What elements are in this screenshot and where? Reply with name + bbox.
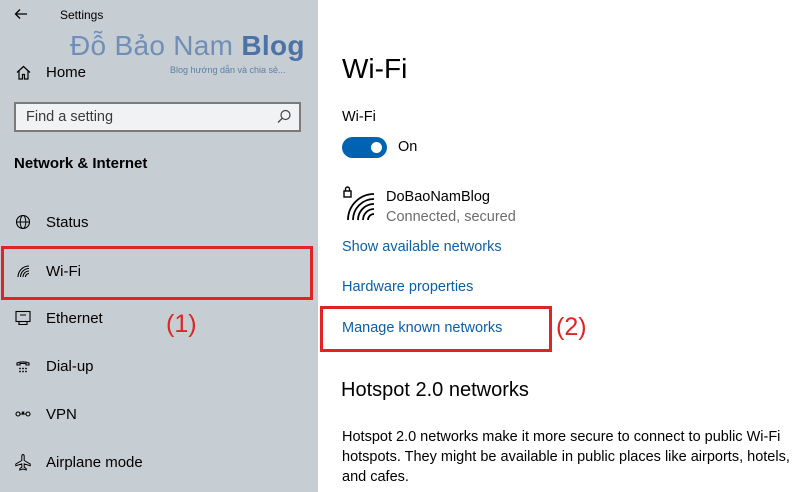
search-box[interactable]: [14, 102, 301, 132]
sidebar-item-label: VPN: [46, 405, 77, 423]
search-icon[interactable]: [275, 108, 293, 126]
back-arrow-icon: [14, 9, 27, 19]
toggle-knob: [371, 142, 382, 153]
hotspot-description: Hotspot 2.0 networks make it more secure…: [342, 429, 790, 485]
sidebar-item-ethernet[interactable]: Ethernet: [0, 302, 318, 334]
watermark-logo: Đỗ Bảo Nam Blog: [70, 30, 305, 61]
sidebar-item-vpn[interactable]: VPN: [0, 398, 318, 430]
show-available-networks-link[interactable]: Show available networks: [342, 239, 502, 255]
annotation-box-manage-known-networks: [320, 306, 552, 352]
sidebar-item-label: Dial-up: [46, 357, 94, 375]
back-button[interactable]: [10, 6, 32, 24]
sidebar-item-label: Home: [46, 63, 87, 81]
title-bar: Settings: [0, 0, 318, 30]
search-input[interactable]: [16, 104, 266, 130]
sidebar-item-label: Status: [46, 213, 89, 231]
sidebar-item-label: Airplane mode: [46, 453, 143, 471]
vpn-icon: [14, 405, 32, 423]
page-title: Wi-Fi: [342, 53, 408, 84]
section-title: Network & Internet: [14, 155, 148, 172]
network-name: DoBaoNamBlog: [386, 189, 490, 205]
sidebar-item-status[interactable]: Status: [0, 206, 318, 238]
sidebar-item-home[interactable]: Home: [14, 60, 86, 84]
network-status: Connected, secured: [386, 209, 516, 225]
watermark-subtitle: Blog hướng dẫn và chia sẻ...: [170, 65, 286, 75]
annotation-step-2: (2): [556, 313, 587, 341]
connected-network[interactable]: DoBaoNamBlog Connected, secured: [342, 186, 582, 230]
wifi-toggle-state: On: [398, 139, 418, 155]
annotation-box-wifi: [1, 246, 313, 300]
dial-up-icon: [14, 357, 32, 375]
sidebar-item-label: Ethernet: [46, 309, 103, 327]
status-globe-icon: [14, 213, 32, 231]
airplane-icon: [14, 453, 32, 471]
main-content: Wi-Fi Wi-Fi On DoBaoNamBlog Connected, s…: [318, 0, 808, 492]
annotation-step-1: (1): [166, 310, 197, 338]
window-title: Settings: [60, 8, 104, 22]
wifi-toggle-switch[interactable]: [342, 137, 387, 158]
hotspot-heading: Hotspot 2.0 networks: [341, 379, 529, 401]
secured-wifi-icon: [343, 186, 375, 221]
ethernet-icon: [14, 309, 32, 327]
wifi-toggle-label: Wi-Fi: [342, 109, 376, 125]
sidebar-item-airplane-mode[interactable]: Airplane mode: [0, 446, 318, 478]
hardware-properties-link[interactable]: Hardware properties: [342, 279, 473, 295]
home-icon: [14, 63, 32, 81]
sidebar-item-dial-up[interactable]: Dial-up: [0, 350, 318, 382]
